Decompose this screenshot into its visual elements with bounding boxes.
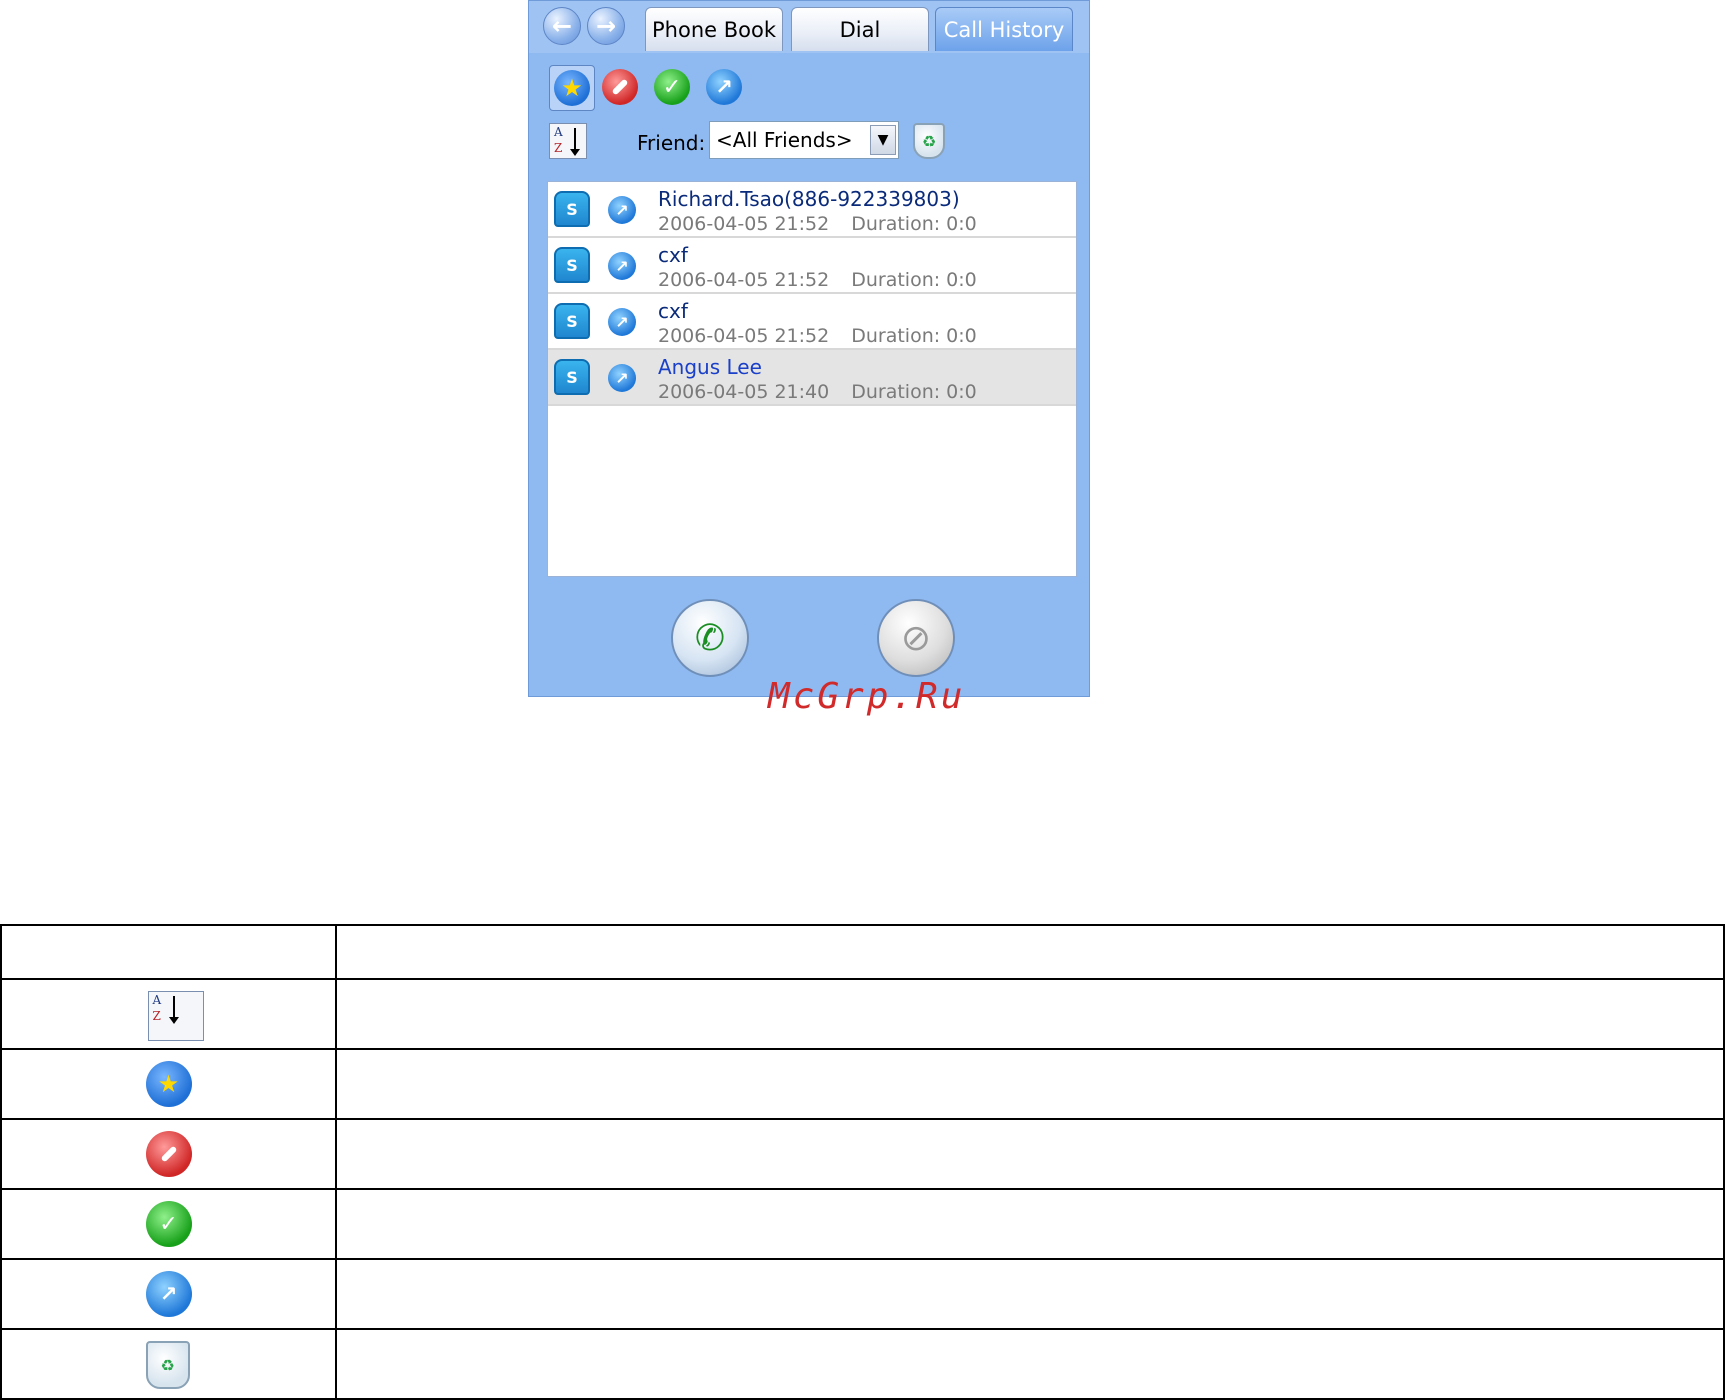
table-cell-description — [335, 1258, 1725, 1330]
table-cell-icon: ♻ — [0, 1328, 337, 1400]
hangup-button[interactable]: ⊘ — [877, 599, 955, 677]
favorite-filter-button[interactable]: ★ — [549, 65, 595, 111]
call-datetime: 2006-04-05 21:52 — [658, 213, 830, 235]
table-cell-icon: ★ — [0, 1048, 337, 1120]
contact-name: cxf — [658, 299, 688, 323]
outgoing-arrow-icon: ↗ — [608, 364, 636, 392]
hangup-handset-icon: ⊘ — [900, 617, 932, 659]
outgoing-arrow-icon: ↗ — [145, 1271, 192, 1317]
call-duration: Duration: 0:0 — [851, 269, 977, 291]
table-row: ★ — [0, 1048, 1725, 1120]
list-item[interactable]: S ↗ Richard.Tsao(886-922339803) 2006-04-… — [548, 182, 1076, 238]
call-button[interactable]: ✆ — [671, 599, 749, 677]
table-cell-icon: ✓ — [0, 1188, 337, 1260]
back-arrow-icon[interactable]: ← — [543, 7, 581, 45]
table-cell-description — [335, 1048, 1725, 1120]
table-cell-description — [335, 1118, 1725, 1190]
table-header-cell — [335, 924, 1725, 980]
tab-bar: ← → Phone Book Dial Call History — [529, 1, 1089, 53]
table-row: ✓ — [0, 1188, 1725, 1260]
friend-filter-select[interactable]: <All Friends> ▼ — [709, 121, 899, 159]
skype-phone-icon: S — [554, 303, 590, 339]
list-item-selected[interactable]: S ↗ Angus Lee 2006-04-05 21:40 Duration: … — [548, 350, 1076, 406]
outgoing-arrow-icon: ↗ — [608, 196, 636, 224]
tab-call-history[interactable]: Call History — [935, 7, 1073, 51]
favorite-star-icon: ★ — [554, 70, 590, 106]
watermark: McGrp.Ru — [768, 676, 966, 717]
call-handset-icon: ✆ — [694, 617, 726, 659]
contact-name: Richard.Tsao(886-922339803) — [658, 187, 960, 211]
table-cell-icon: ↗ — [0, 1258, 337, 1330]
table-row: AZ — [0, 978, 1725, 1050]
friend-filter-label: Friend: — [637, 131, 706, 155]
call-meta: 2006-04-05 21:52 Duration: 0:0 — [658, 213, 977, 235]
blocked-icon[interactable] — [602, 69, 638, 105]
favorite-star-icon: ★ — [145, 1061, 192, 1107]
table-row: ♻ — [0, 1328, 1725, 1400]
outgoing-arrow-icon[interactable]: ↗ — [706, 69, 742, 105]
blocked-icon — [145, 1131, 192, 1177]
contact-name: Angus Lee — [658, 355, 762, 379]
list-item[interactable]: S ↗ cxf 2006-04-05 21:52 Duration: 0:0 — [548, 294, 1076, 350]
call-history-list[interactable]: S ↗ Richard.Tsao(886-922339803) 2006-04-… — [547, 181, 1077, 577]
call-datetime: 2006-04-05 21:40 — [658, 381, 830, 403]
skype-phone-icon: S — [554, 247, 590, 283]
table-cell-icon — [0, 1118, 337, 1190]
call-duration: Duration: 0:0 — [851, 381, 977, 403]
call-datetime: 2006-04-05 21:52 — [658, 325, 830, 347]
contact-name: cxf — [658, 243, 688, 267]
table-cell-description — [335, 1328, 1725, 1400]
accepted-check-icon: ✓ — [145, 1201, 192, 1247]
table-row — [0, 1118, 1725, 1190]
call-duration: Duration: 0:0 — [851, 325, 977, 347]
skype-phone-icon: S — [554, 191, 590, 227]
tab-phone-book[interactable]: Phone Book — [645, 7, 783, 51]
table-header-cell — [0, 924, 337, 980]
call-meta: 2006-04-05 21:52 Duration: 0:0 — [658, 325, 977, 347]
call-history-window: ← → Phone Book Dial Call History ★ ✓ ↗ A… — [528, 0, 1090, 697]
sort-az-icon: AZ — [147, 991, 204, 1041]
icon-legend-table: AZ ★ ✓ ↗ ♻ — [0, 924, 1725, 1400]
friend-filter-value: <All Friends> — [716, 128, 853, 152]
accepted-check-icon[interactable]: ✓ — [654, 69, 690, 105]
call-duration: Duration: 0:0 — [851, 213, 977, 235]
table-cell-description — [335, 978, 1725, 1050]
outgoing-arrow-icon: ↗ — [608, 308, 636, 336]
call-datetime: 2006-04-05 21:52 — [658, 269, 830, 291]
tab-dial[interactable]: Dial — [791, 7, 929, 51]
list-item[interactable]: S ↗ cxf 2006-04-05 21:52 Duration: 0:0 — [548, 238, 1076, 294]
forward-arrow-icon[interactable]: → — [587, 7, 625, 45]
call-meta: 2006-04-05 21:52 Duration: 0:0 — [658, 269, 977, 291]
skype-phone-icon: S — [554, 359, 590, 395]
table-cell-description — [335, 1188, 1725, 1260]
chevron-down-icon[interactable]: ▼ — [870, 125, 896, 155]
table-row: ↗ — [0, 1258, 1725, 1330]
outgoing-arrow-icon: ↗ — [608, 252, 636, 280]
call-meta: 2006-04-05 21:40 Duration: 0:0 — [658, 381, 977, 403]
table-cell-icon: AZ — [0, 978, 337, 1050]
table-header-row — [0, 924, 1725, 980]
recycle-bin-icon: ♻ — [145, 1341, 190, 1389]
sort-az-icon[interactable]: AZ — [549, 123, 587, 159]
recycle-bin-icon[interactable]: ♻ — [913, 123, 945, 159]
